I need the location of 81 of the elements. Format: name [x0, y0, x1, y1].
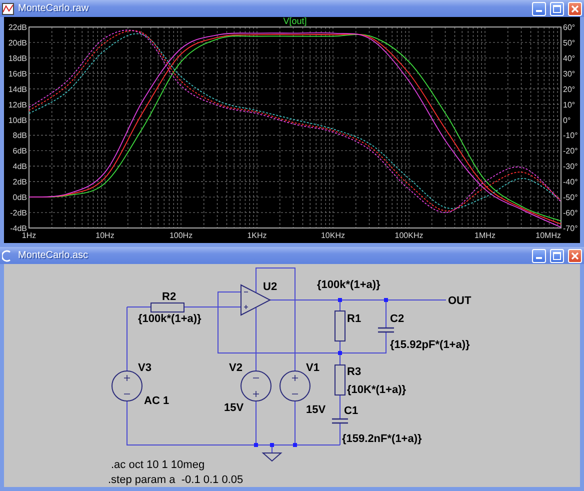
chart-title: V[out] [283, 17, 307, 26]
y-axis-label: 4dB [12, 162, 27, 172]
y-axis-label: 20dB [8, 38, 27, 48]
y-axis-label: -4dB [10, 224, 27, 233]
phase-axis-label: -50° [563, 193, 578, 202]
x-axis-label: 10KHz [321, 231, 345, 240]
phase-axis-label: 50° [563, 38, 576, 48]
waveform-icon [2, 2, 14, 14]
phase-axis-label: -60° [563, 208, 578, 218]
phase-axis-label: -40° [563, 178, 578, 187]
component-value: 15V [306, 404, 326, 416]
component-value: AC 1 [144, 395, 170, 407]
component-value: {100k*(1+a)} [317, 279, 380, 291]
maximize-icon [553, 252, 561, 260]
component-ref: R2 [162, 291, 176, 303]
resistor-symbol [150, 302, 184, 312]
ground-symbol [262, 452, 282, 462]
close-icon [571, 4, 579, 12]
maximize-button[interactable] [550, 2, 564, 16]
resistor-symbol [334, 364, 346, 396]
phase-axis-label: -10° [563, 131, 578, 140]
close-button[interactable] [568, 248, 582, 262]
voltage-source-symbol [112, 370, 142, 402]
x-axis-label: 1Hz [22, 231, 36, 240]
x-axis-label: 100Hz [169, 231, 193, 240]
y-axis-label: 8dB [12, 131, 27, 140]
phase-axis-label: -70° [563, 224, 578, 233]
window-title: MonteCarlo.asc [18, 250, 90, 261]
component-ref: C2 [390, 313, 404, 325]
component-value: {159.2nF*(1+a)} [342, 433, 422, 445]
component-ref: R3 [347, 366, 362, 378]
component-ref: V1 [306, 362, 320, 374]
phase-axis-label: 40° [563, 54, 576, 63]
capacitor-symbol [331, 418, 349, 424]
phase-axis-label: 0° [563, 116, 571, 125]
close-icon [571, 252, 579, 260]
y-axis-label: 12dB [8, 100, 27, 110]
y-axis-label: 10dB [8, 116, 27, 125]
minimize-button[interactable] [532, 248, 546, 262]
minimize-icon [536, 10, 542, 12]
y-axis-label: 18dB [8, 54, 27, 63]
voltage-source-symbol [280, 370, 310, 402]
y-axis-label: 16dB [8, 69, 27, 78]
spice-directive: .ac oct 10 1 10meg [111, 459, 205, 471]
x-axis-label: 100KHz [394, 231, 424, 240]
y-axis-label: 14dB [8, 84, 27, 94]
x-axis-label: 1KHz [247, 231, 267, 240]
phase-axis-label: 30° [563, 69, 576, 78]
y-axis-label: 22dB [8, 23, 27, 32]
phase-axis-label: -30° [563, 162, 578, 172]
component-ref: R1 [347, 313, 362, 325]
component-ref: U2 [263, 281, 278, 293]
close-button[interactable] [568, 2, 582, 16]
minimize-icon [536, 257, 542, 259]
resistor-symbol [334, 310, 346, 342]
x-axis-label: 10Hz [96, 231, 114, 240]
component-value: {100k*(1+a)} [138, 313, 202, 325]
phase-axis-label: 60° [563, 23, 576, 32]
component-ref: C1 [344, 405, 358, 417]
voltage-source-symbol [240, 370, 272, 402]
component-value: {15.92pF*(1+a)} [390, 339, 470, 351]
capacitor-symbol [377, 327, 395, 333]
component-value: 15V [224, 402, 244, 414]
phase-axis-label: 20° [563, 84, 576, 94]
component-ref: V3 [138, 362, 152, 374]
y-axis-label: -2dB [10, 208, 27, 218]
phase-axis-label: 10° [563, 100, 576, 110]
net-label: OUT [448, 295, 472, 307]
spice-directive: .step param a -0.1 0.1 0.05 [108, 474, 244, 486]
maximize-icon [553, 4, 561, 12]
y-axis-label: 0dB [12, 193, 27, 202]
y-axis-label: 6dB [12, 146, 27, 156]
x-axis-label: 1MHz [474, 231, 496, 240]
component-value: {10K*(1+a)} [347, 384, 406, 396]
maximize-button[interactable] [550, 248, 564, 262]
y-axis-label: 2dB [12, 178, 27, 187]
component-ref: V2 [229, 362, 242, 374]
window-title: MonteCarlo.raw [18, 3, 90, 14]
minimize-button[interactable] [532, 2, 546, 16]
phase-axis-label: -20° [563, 146, 578, 156]
x-axis-label: 10MHz [536, 231, 561, 240]
